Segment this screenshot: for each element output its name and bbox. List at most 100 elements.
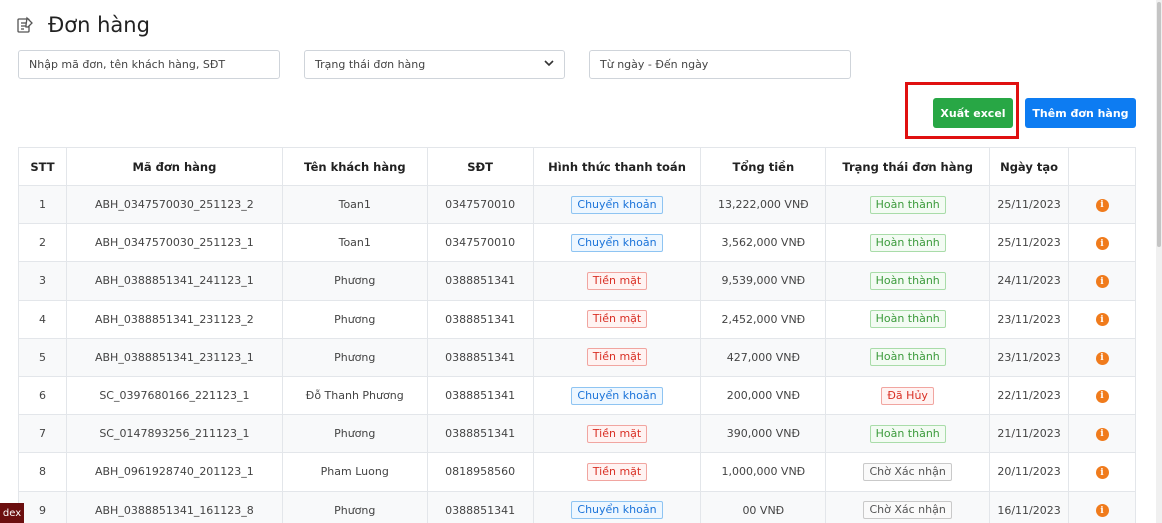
cell-actions: i — [1068, 337, 1136, 377]
scrollbar-thumb[interactable] — [1157, 2, 1161, 247]
chevron-down-icon — [544, 58, 554, 71]
cell-stt: 3 — [18, 261, 67, 301]
table-row[interactable]: 8 ABH_0961928740_201123_1 Pham Luong 081895… — [18, 452, 1136, 492]
cell-actions: i — [1068, 261, 1136, 301]
cell-phone: 0818958560 — [426, 452, 534, 492]
cell-actions: i — [1068, 184, 1136, 225]
info-icon[interactable]: i — [1095, 427, 1109, 441]
table-row[interactable]: 6 SC_0397680166_221123_1 Đỗ Thanh Phương 03… — [18, 375, 1136, 416]
status-badge: Hoàn thành — [869, 271, 946, 290]
cell-total: 00 VNĐ — [700, 490, 827, 523]
info-icon[interactable]: i — [1095, 275, 1109, 289]
cell-customer-name: Phương — [281, 337, 428, 377]
table-row[interactable]: 2 ABH_0347570030_251123_1 Toan1 0347570010 C… — [18, 223, 1136, 263]
cell-created-date: 16/11/2023 — [989, 490, 1070, 523]
cell-order-code: ABH_0388851341_231123_2 — [65, 299, 283, 339]
info-icon[interactable]: i — [1095, 466, 1109, 480]
payment-badge: Chuyển khoản — [571, 386, 663, 405]
page-scrollbar[interactable] — [1156, 0, 1162, 523]
cell-actions: i — [1068, 414, 1136, 454]
info-icon[interactable]: i — [1095, 351, 1109, 365]
status-badge-cell: Hoàn thành — [825, 299, 991, 339]
cell-order-code: ABH_0961928740_201123_1 — [65, 452, 283, 492]
cell-created-date: 24/11/2023 — [989, 261, 1070, 301]
table-header-row: STT Mã đơn hàng Tên khách hàng SĐT Hình … — [18, 147, 1136, 186]
cell-total: 200,000 VNĐ — [700, 375, 827, 416]
table-row[interactable]: 5 ABH_0388851341_231123_1 Phương 0388851341… — [18, 337, 1136, 377]
cell-total: 1,000,000 VNĐ — [700, 452, 827, 492]
cell-stt: 1 — [18, 184, 67, 225]
cell-created-date: 21/11/2023 — [989, 414, 1070, 454]
info-icon[interactable]: i — [1095, 198, 1109, 212]
cell-customer-name: Đỗ Thanh Phương — [281, 375, 428, 416]
cell-total: 3,562,000 VNĐ — [700, 223, 827, 263]
cell-stt: 7 — [18, 414, 67, 454]
export-excel-button[interactable]: Xuất excel — [933, 98, 1013, 128]
payment-badge-cell: Tiền mặt — [532, 414, 702, 454]
status-badge: Hoàn thành — [869, 310, 946, 329]
payment-badge-cell: Tiền mặt — [532, 337, 702, 377]
payment-badge: Tiền mặt — [586, 462, 648, 481]
cell-stt: 9 — [18, 490, 67, 523]
cell-order-code: SC_0397680166_221123_1 — [65, 375, 283, 416]
orders-table: STT Mã đơn hàng Tên khách hàng SĐT Hình … — [18, 147, 1136, 523]
table-row[interactable]: 3 ABH_0388851341_241123_1 Phương 0388851341… — [18, 261, 1136, 301]
cell-actions: i — [1068, 490, 1136, 523]
payment-badge: Tiền mặt — [586, 348, 648, 367]
search-input[interactable]: Nhập mã đơn, tên khách hàng, SĐT — [18, 50, 280, 79]
status-badge-cell: Chờ Xác nhận — [825, 490, 991, 523]
status-badge: Hoàn thành — [869, 348, 946, 367]
payment-badge-cell: Chuyển khoản — [532, 184, 702, 225]
cell-created-date: 20/11/2023 — [989, 452, 1070, 492]
cell-stt: 4 — [18, 299, 67, 339]
info-icon[interactable]: i — [1095, 389, 1109, 403]
cell-created-date: 23/11/2023 — [989, 299, 1070, 339]
date-range-input[interactable]: Từ ngày - Đến ngày — [589, 50, 851, 79]
payment-badge-cell: Chuyển khoản — [532, 375, 702, 416]
cell-actions: i — [1068, 452, 1136, 492]
info-icon[interactable]: i — [1095, 313, 1109, 327]
cell-customer-name: Phương — [281, 261, 428, 301]
add-order-button[interactable]: Thêm đơn hàng — [1025, 98, 1136, 128]
cell-created-date: 23/11/2023 — [989, 337, 1070, 377]
page-header: Đơn hàng — [16, 10, 150, 40]
cell-stt: 6 — [18, 375, 67, 416]
cell-actions: i — [1068, 223, 1136, 263]
order-status-selected: Trạng thái đơn hàng — [315, 58, 426, 71]
cell-total: 13,222,000 VNĐ — [700, 184, 827, 225]
payment-badge: Chuyển khoản — [571, 233, 663, 252]
header-customer-name: Tên khách hàng — [281, 147, 428, 186]
info-icon[interactable]: i — [1095, 237, 1109, 251]
payment-badge-cell: Tiền mặt — [532, 452, 702, 492]
table-row[interactable]: 7 SC_0147893256_211123_1 Phương 0388851341 T… — [18, 414, 1136, 454]
payment-badge-cell: Tiền mặt — [532, 299, 702, 339]
cell-actions: i — [1068, 375, 1136, 416]
cell-phone: 0388851341 — [426, 261, 534, 301]
header-created-date: Ngày tạo — [989, 147, 1070, 186]
cell-phone: 0347570010 — [426, 184, 534, 225]
cell-phone: 0388851341 — [426, 414, 534, 454]
header-order-code: Mã đơn hàng — [65, 147, 283, 186]
table-row[interactable]: 1 ABH_0347570030_251123_2 Toan1 0347570010 C… — [18, 184, 1136, 225]
status-badge-cell: Hoàn thành — [825, 261, 991, 301]
status-badge: Chờ Xác nhận — [863, 501, 952, 520]
status-badge-cell: Chờ Xác nhận — [825, 452, 991, 492]
order-status-select[interactable]: Trạng thái đơn hàng — [304, 50, 565, 79]
header-total: Tổng tiền — [700, 147, 827, 186]
cell-stt: 2 — [18, 223, 67, 263]
payment-badge-cell: Tiền mặt — [532, 261, 702, 301]
header-order-status: Trạng thái đơn hàng — [825, 147, 991, 186]
status-badge-cell: Hoàn thành — [825, 184, 991, 225]
cell-customer-name: Phương — [281, 490, 428, 523]
cell-phone: 0347570010 — [426, 223, 534, 263]
table-row[interactable]: 4 ABH_0388851341_231123_2 Phương 0388851341… — [18, 299, 1136, 339]
corner-tab[interactable]: dex — [0, 503, 24, 523]
cell-order-code: ABH_0347570030_251123_2 — [65, 184, 283, 225]
cell-phone: 0388851341 — [426, 490, 534, 523]
cell-order-code: ABH_0388851341_231123_1 — [65, 337, 283, 377]
payment-badge: Tiền mặt — [586, 424, 648, 443]
table-row[interactable]: 9 ABH_0388851341_161123_8 Phương 0388851341… — [18, 490, 1136, 523]
cell-created-date: 25/11/2023 — [989, 223, 1070, 263]
info-icon[interactable]: i — [1095, 504, 1109, 518]
cell-customer-name: Phương — [281, 414, 428, 454]
